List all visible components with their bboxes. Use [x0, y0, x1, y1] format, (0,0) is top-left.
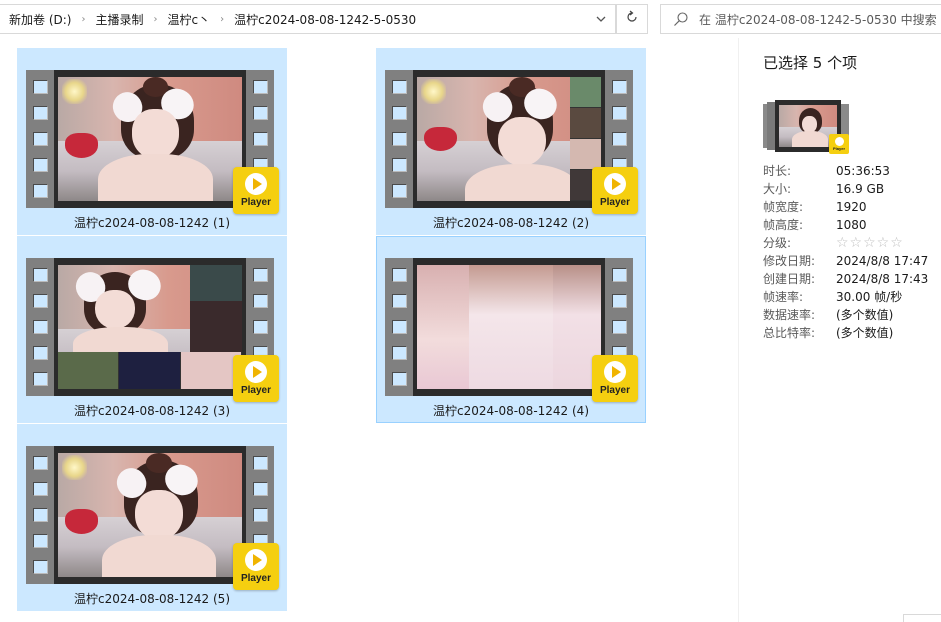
player-badge-icon: Player — [592, 355, 638, 402]
search-icon — [673, 11, 689, 27]
chevron-right-icon[interactable]: › — [153, 14, 157, 25]
property-total-bitrate: 总比特率: (多个数值) — [763, 326, 894, 340]
search-placeholder: 在 温柠c2024-08-08-1242-5-0530 中搜索 — [699, 12, 937, 27]
file-name: 温柠c2024-08-08-1242 (4) — [432, 404, 590, 418]
file-view[interactable]: Player 温柠c2024-08-08-1242 (1) Player 温柠c… — [0, 38, 738, 622]
breadcrumb-item-current[interactable]: 温柠c2024-08-08-1242-5-0530 — [232, 11, 418, 28]
breadcrumb-item-folder[interactable]: 温柠c丶 — [165, 11, 212, 28]
navigation-bar: 新加卷 (D:) › 主播录制 › 温柠c丶 › 温柠c2024-08-08-1… — [0, 0, 941, 38]
file-item[interactable]: Player 温柠c2024-08-08-1242 (3) — [17, 236, 287, 423]
property-frame-width: 帧宽度: 1920 — [763, 200, 867, 214]
property-size: 大小: 16.9 GB — [763, 182, 885, 196]
player-badge-icon: Player — [233, 167, 279, 214]
player-badge-icon: Player — [233, 543, 279, 590]
file-name: 温柠c2024-08-08-1242 (2) — [432, 216, 590, 230]
star-rating-icon[interactable]: ☆☆☆☆☆ — [836, 234, 904, 252]
player-badge-icon: Player — [829, 134, 849, 154]
file-name: 温柠c2024-08-08-1242 (3) — [73, 404, 231, 418]
property-data-rate: 数据速率: (多个数值) — [763, 308, 894, 322]
selection-thumbnail: Player — [763, 100, 849, 154]
chevron-right-icon[interactable]: › — [81, 14, 85, 25]
property-rating: 分级: ☆☆☆☆☆ — [763, 234, 904, 252]
details-pane: 已选择 5 个项 Player 时长: 05:36:53 大小: 16.9 GB 帧… — [738, 38, 941, 622]
file-name: 温柠c2024-08-08-1242 (5) — [73, 592, 231, 606]
file-item[interactable]: Player 温柠c2024-08-08-1242 (2) — [376, 48, 646, 235]
file-item[interactable]: Player 温柠c2024-08-08-1242 (5) — [17, 424, 287, 611]
property-created: 创建日期: 2024/8/8 17:43 — [763, 272, 929, 286]
file-item[interactable]: Player 温柠c2024-08-08-1242 (4) — [376, 236, 646, 423]
corner-widget — [903, 614, 941, 622]
breadcrumb: 新加卷 (D:) › 主播录制 › 温柠c丶 › 温柠c2024-08-08-1… — [0, 11, 587, 28]
player-badge-icon: Player — [233, 355, 279, 402]
search-input[interactable]: 在 温柠c2024-08-08-1242-5-0530 中搜索 — [660, 4, 941, 34]
chevron-right-icon[interactable]: › — [220, 14, 224, 25]
file-name: 温柠c2024-08-08-1242 (1) — [73, 216, 231, 230]
player-badge-icon: Player — [592, 167, 638, 214]
address-bar[interactable]: 新加卷 (D:) › 主播录制 › 温柠c丶 › 温柠c2024-08-08-1… — [0, 4, 616, 34]
breadcrumb-item-drive[interactable]: 新加卷 (D:) — [7, 11, 73, 28]
refresh-button[interactable] — [616, 4, 648, 34]
selection-title: 已选择 5 个项 — [763, 54, 858, 72]
refresh-icon — [625, 10, 639, 28]
properties-list: 时长: 05:36:53 大小: 16.9 GB 帧宽度: 1920 帧高度: 1080… — [763, 162, 928, 342]
file-item[interactable]: Player 温柠c2024-08-08-1242 (1) — [17, 48, 287, 235]
breadcrumb-item-folder[interactable]: 主播录制 — [93, 11, 145, 28]
property-modified: 修改日期: 2024/8/8 17:47 — [763, 254, 929, 268]
property-duration: 时长: 05:36:53 — [763, 164, 890, 178]
property-frame-rate: 帧速率: 30.00 帧/秒 — [763, 290, 903, 304]
chevron-down-icon[interactable] — [587, 5, 615, 33]
property-frame-height: 帧高度: 1080 — [763, 218, 867, 232]
